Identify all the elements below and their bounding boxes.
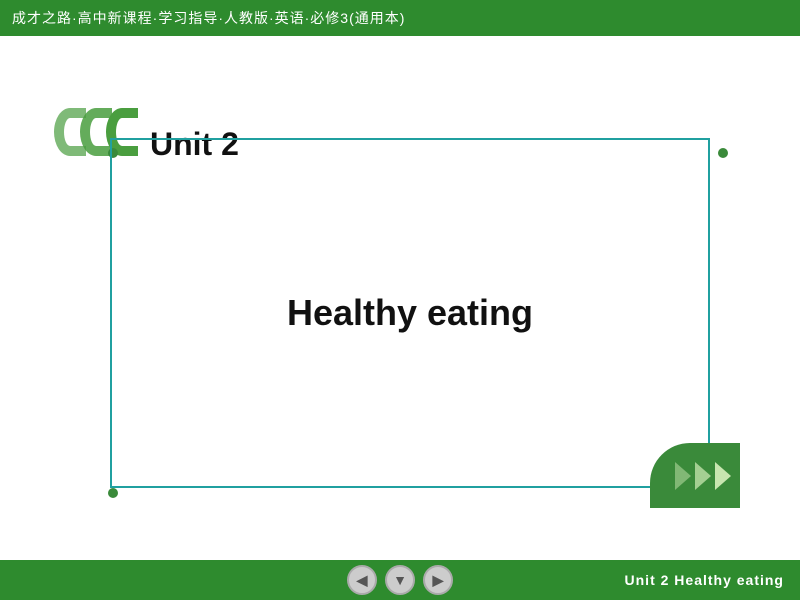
c-shape-2 xyxy=(80,108,112,156)
footer-title: Healthy eating xyxy=(674,572,784,588)
down-icon: ▼ xyxy=(393,572,407,588)
bottom-info: Unit 2 Healthy eating xyxy=(625,572,784,588)
inner-box: Healthy eating xyxy=(110,138,710,488)
footer-unit: Unit 2 xyxy=(625,572,670,588)
arrow-1 xyxy=(675,462,691,490)
header-title: 成才之路·高中新课程·学习指导·人教版·英语·必修3(通用本) xyxy=(12,8,405,28)
arrow-3 xyxy=(715,462,731,490)
corner-dot-topright xyxy=(718,148,728,158)
arrow-2 xyxy=(695,462,711,490)
header-bar: 成才之路·高中新课程·学习指导·人教版·英语·必修3(通用本) xyxy=(0,0,800,36)
down-button[interactable]: ▼ xyxy=(385,565,415,595)
nav-buttons: ◀ ▼ ▶ xyxy=(347,565,453,595)
slide-container: Unit 2 Healthy eating xyxy=(60,88,740,508)
main-content: Unit 2 Healthy eating xyxy=(0,36,800,560)
next-icon: ▶ xyxy=(433,572,444,589)
main-title: Healthy eating xyxy=(287,292,533,334)
bottom-bar: ◀ ▼ ▶ Unit 2 Healthy eating xyxy=(0,560,800,600)
corner-dot-bottomleft xyxy=(108,488,118,498)
prev-button[interactable]: ◀ xyxy=(347,565,377,595)
next-button[interactable]: ▶ xyxy=(423,565,453,595)
deco-right-arrows xyxy=(650,443,740,508)
prev-icon: ◀ xyxy=(357,572,368,589)
